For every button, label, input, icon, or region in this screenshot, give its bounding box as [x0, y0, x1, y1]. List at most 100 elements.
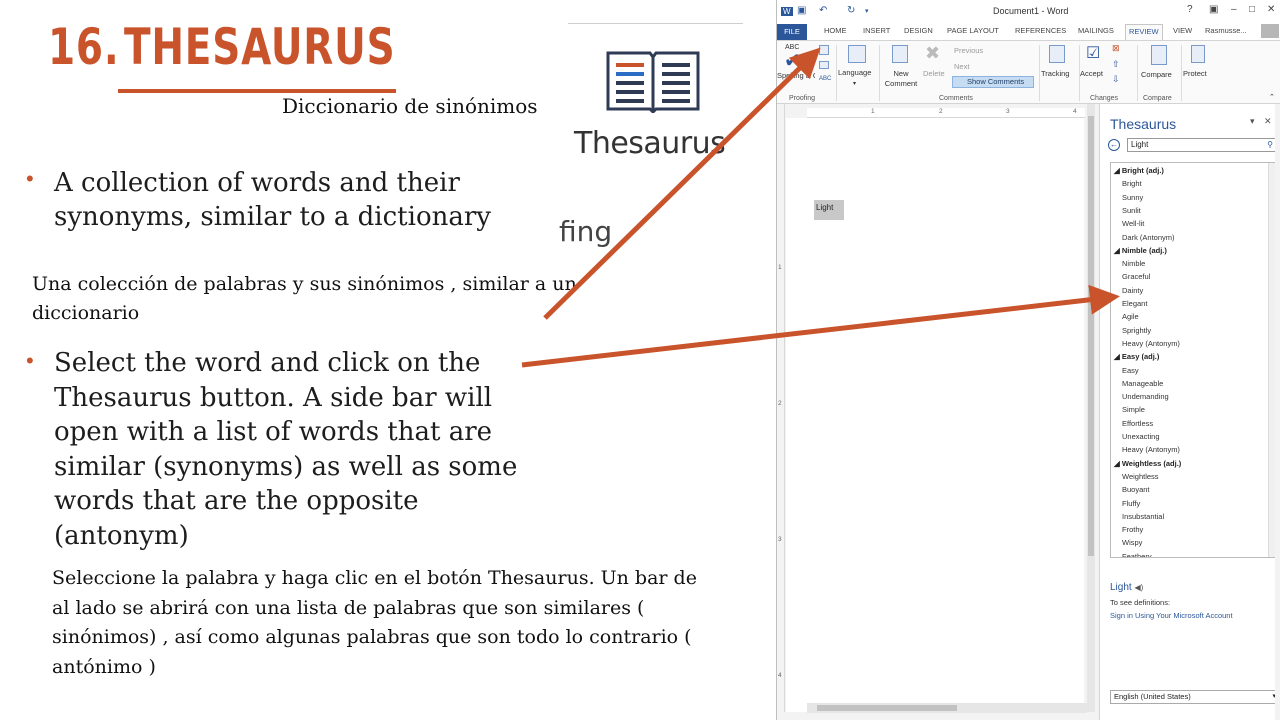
tab-view[interactable]: VIEW [1173, 26, 1192, 35]
synonym-item[interactable]: Dainty [1122, 286, 1143, 296]
synonym-item[interactable]: Simple [1122, 405, 1145, 415]
scroll-thumb[interactable] [817, 705, 957, 711]
synonym-item[interactable]: Feathery [1122, 552, 1152, 557]
title-underline [118, 89, 396, 93]
pane-scrollbar[interactable] [1275, 104, 1280, 720]
next-comment-button[interactable]: Next [954, 62, 969, 71]
synonym-item[interactable]: Agile [1122, 312, 1139, 322]
document-vertical-scrollbar[interactable] [1087, 104, 1095, 712]
pane-options-icon[interactable]: ▾ [1250, 116, 1255, 127]
synonym-group-heading[interactable]: ◢ Easy (adj.) [1114, 352, 1159, 362]
tab-references[interactable]: REFERENCES [1015, 26, 1066, 35]
customize-toolbar-icon[interactable]: ▾ [865, 7, 869, 15]
tracking-button[interactable]: Tracking [1041, 69, 1069, 79]
synonym-item[interactable]: Well-lit [1122, 219, 1144, 229]
show-comments-button[interactable]: Show Comments [952, 76, 1034, 88]
synonym-item[interactable]: Nimble [1122, 259, 1145, 269]
vruler-number: 1 [778, 264, 782, 271]
tab-design[interactable]: DESIGN [904, 26, 933, 35]
delete-comment-icon[interactable]: ✖ [925, 43, 940, 63]
tab-mailings[interactable]: MAILINGS [1078, 26, 1114, 35]
previous-change-icon[interactable]: ⇧ [1112, 59, 1120, 69]
help-button[interactable]: ? [1187, 4, 1193, 15]
tab-page-layout[interactable]: PAGE LAYOUT [947, 26, 999, 35]
synonym-item[interactable]: Wispy [1122, 538, 1142, 548]
language-select[interactable]: English (United States) ▾ [1110, 690, 1280, 704]
synonym-item[interactable]: Elegant [1122, 299, 1147, 309]
synonym-item[interactable]: Graceful [1122, 272, 1150, 282]
previous-comment-button[interactable]: Previous [954, 46, 983, 55]
accept-button[interactable]: Accept [1080, 69, 1103, 79]
minimize-icon[interactable]: – [1231, 4, 1237, 15]
synonym-item[interactable]: Heavy (Antonym) [1122, 339, 1180, 349]
speaker-icon[interactable]: ◀) [1134, 583, 1143, 592]
bullet-2-spanish: Seleccione la palabra y haga clic en el … [52, 567, 697, 678]
document-page[interactable]: Light [786, 118, 1084, 712]
synonym-list-scrollbar[interactable] [1268, 163, 1275, 557]
close-icon[interactable]: ✕ [1267, 4, 1275, 15]
next-change-icon[interactable]: ⇩ [1112, 74, 1120, 84]
synonym-item[interactable]: Insubstantial [1122, 512, 1164, 522]
synonym-item[interactable]: Frothy [1122, 525, 1143, 535]
undo-icon[interactable]: ↶ [819, 5, 827, 16]
synonym-item[interactable]: Easy [1122, 366, 1139, 376]
reject-icon[interactable]: ⊠ [1112, 43, 1120, 53]
synonym-item[interactable]: Heavy (Antonym) [1122, 445, 1180, 455]
search-value: Light [1131, 140, 1149, 149]
sign-in-link[interactable]: Sign in Using Your Microsoft Account [1110, 611, 1233, 620]
scroll-thumb[interactable] [1088, 116, 1094, 556]
synonym-list[interactable]: ◢ Bright (adj.) Bright Sunny Sunlit Well-lit… [1110, 162, 1276, 558]
selected-word[interactable]: Light [814, 200, 844, 220]
tab-file[interactable]: FILE [777, 24, 807, 40]
synonym-item[interactable]: Fluffy [1122, 499, 1140, 509]
redo-icon[interactable]: ↻ [847, 5, 855, 16]
synonym-item[interactable]: Undemanding [1122, 392, 1169, 402]
back-arrow-icon[interactable]: ← [1108, 139, 1120, 151]
tab-home[interactable]: HOME [824, 26, 847, 35]
spelling-check-icon[interactable]: ✔ [784, 51, 801, 71]
document-horizontal-scrollbar[interactable] [807, 703, 1087, 713]
save-icon[interactable]: ▣ [797, 5, 806, 16]
thesaurus-button[interactable] [819, 45, 829, 55]
maximize-icon[interactable]: □ [1249, 4, 1255, 15]
tab-review[interactable]: REVIEW [1125, 24, 1163, 40]
synonym-item[interactable]: Effortless [1122, 419, 1153, 429]
word-count-icon[interactable] [819, 61, 829, 69]
synonym-item[interactable]: Dark (Antonym) [1122, 233, 1175, 243]
accept-icon[interactable]: ☑ [1086, 45, 1100, 63]
synonym-item[interactable]: Manageable [1122, 379, 1163, 389]
language-icon[interactable] [848, 45, 866, 63]
synonym-item[interactable]: Buoyant [1122, 485, 1150, 495]
tracking-icon[interactable] [1049, 45, 1065, 63]
ruler-number: 1 [871, 108, 875, 115]
synonym-item[interactable]: Bright [1122, 179, 1142, 189]
synonym-item[interactable]: Weightless [1122, 472, 1159, 482]
synonym-group-heading[interactable]: ◢ Nimble (adj.) [1114, 246, 1167, 256]
synonym-group-heading[interactable]: ◢ Weightless (adj.) [1114, 459, 1181, 469]
word-count-abc-icon[interactable]: ABC [819, 74, 831, 84]
synonym-item[interactable]: Sunlit [1122, 206, 1141, 216]
close-pane-icon[interactable]: ✕ [1264, 116, 1272, 127]
synonym-item[interactable]: Sprightly [1122, 326, 1151, 336]
thesaurus-search-input[interactable]: Light ⚲ [1127, 138, 1277, 152]
compare-button[interactable]: Compare [1141, 70, 1172, 80]
user-name[interactable]: Rasmusse... [1205, 26, 1247, 35]
chevron-down-icon[interactable]: ▾ [853, 79, 856, 89]
ribbon-display-icon[interactable]: ▣ [1209, 4, 1218, 15]
avatar[interactable] [1261, 24, 1279, 38]
protect-button[interactable]: Protect [1183, 69, 1207, 79]
new-comment-button[interactable]: New Comment [881, 69, 921, 89]
collapse-ribbon-icon[interactable]: ⌃ [1269, 93, 1275, 103]
delete-button[interactable]: Delete [923, 69, 945, 79]
new-comment-icon[interactable] [892, 45, 908, 63]
synonym-item[interactable]: Sunny [1122, 193, 1143, 203]
synonym-item[interactable]: Unexacting [1122, 432, 1160, 442]
spelling-grammar-button[interactable]: Spelling & Gramm [777, 71, 815, 81]
search-icon[interactable]: ⚲ [1267, 139, 1273, 151]
slide-subtitle: Diccionario de sinónimos [282, 94, 538, 118]
protect-icon[interactable] [1191, 45, 1205, 63]
language-button[interactable]: Language [838, 68, 871, 78]
tab-insert[interactable]: INSERT [863, 26, 890, 35]
compare-icon[interactable] [1151, 45, 1167, 65]
synonym-group-heading[interactable]: ◢ Bright (adj.) [1114, 166, 1164, 176]
